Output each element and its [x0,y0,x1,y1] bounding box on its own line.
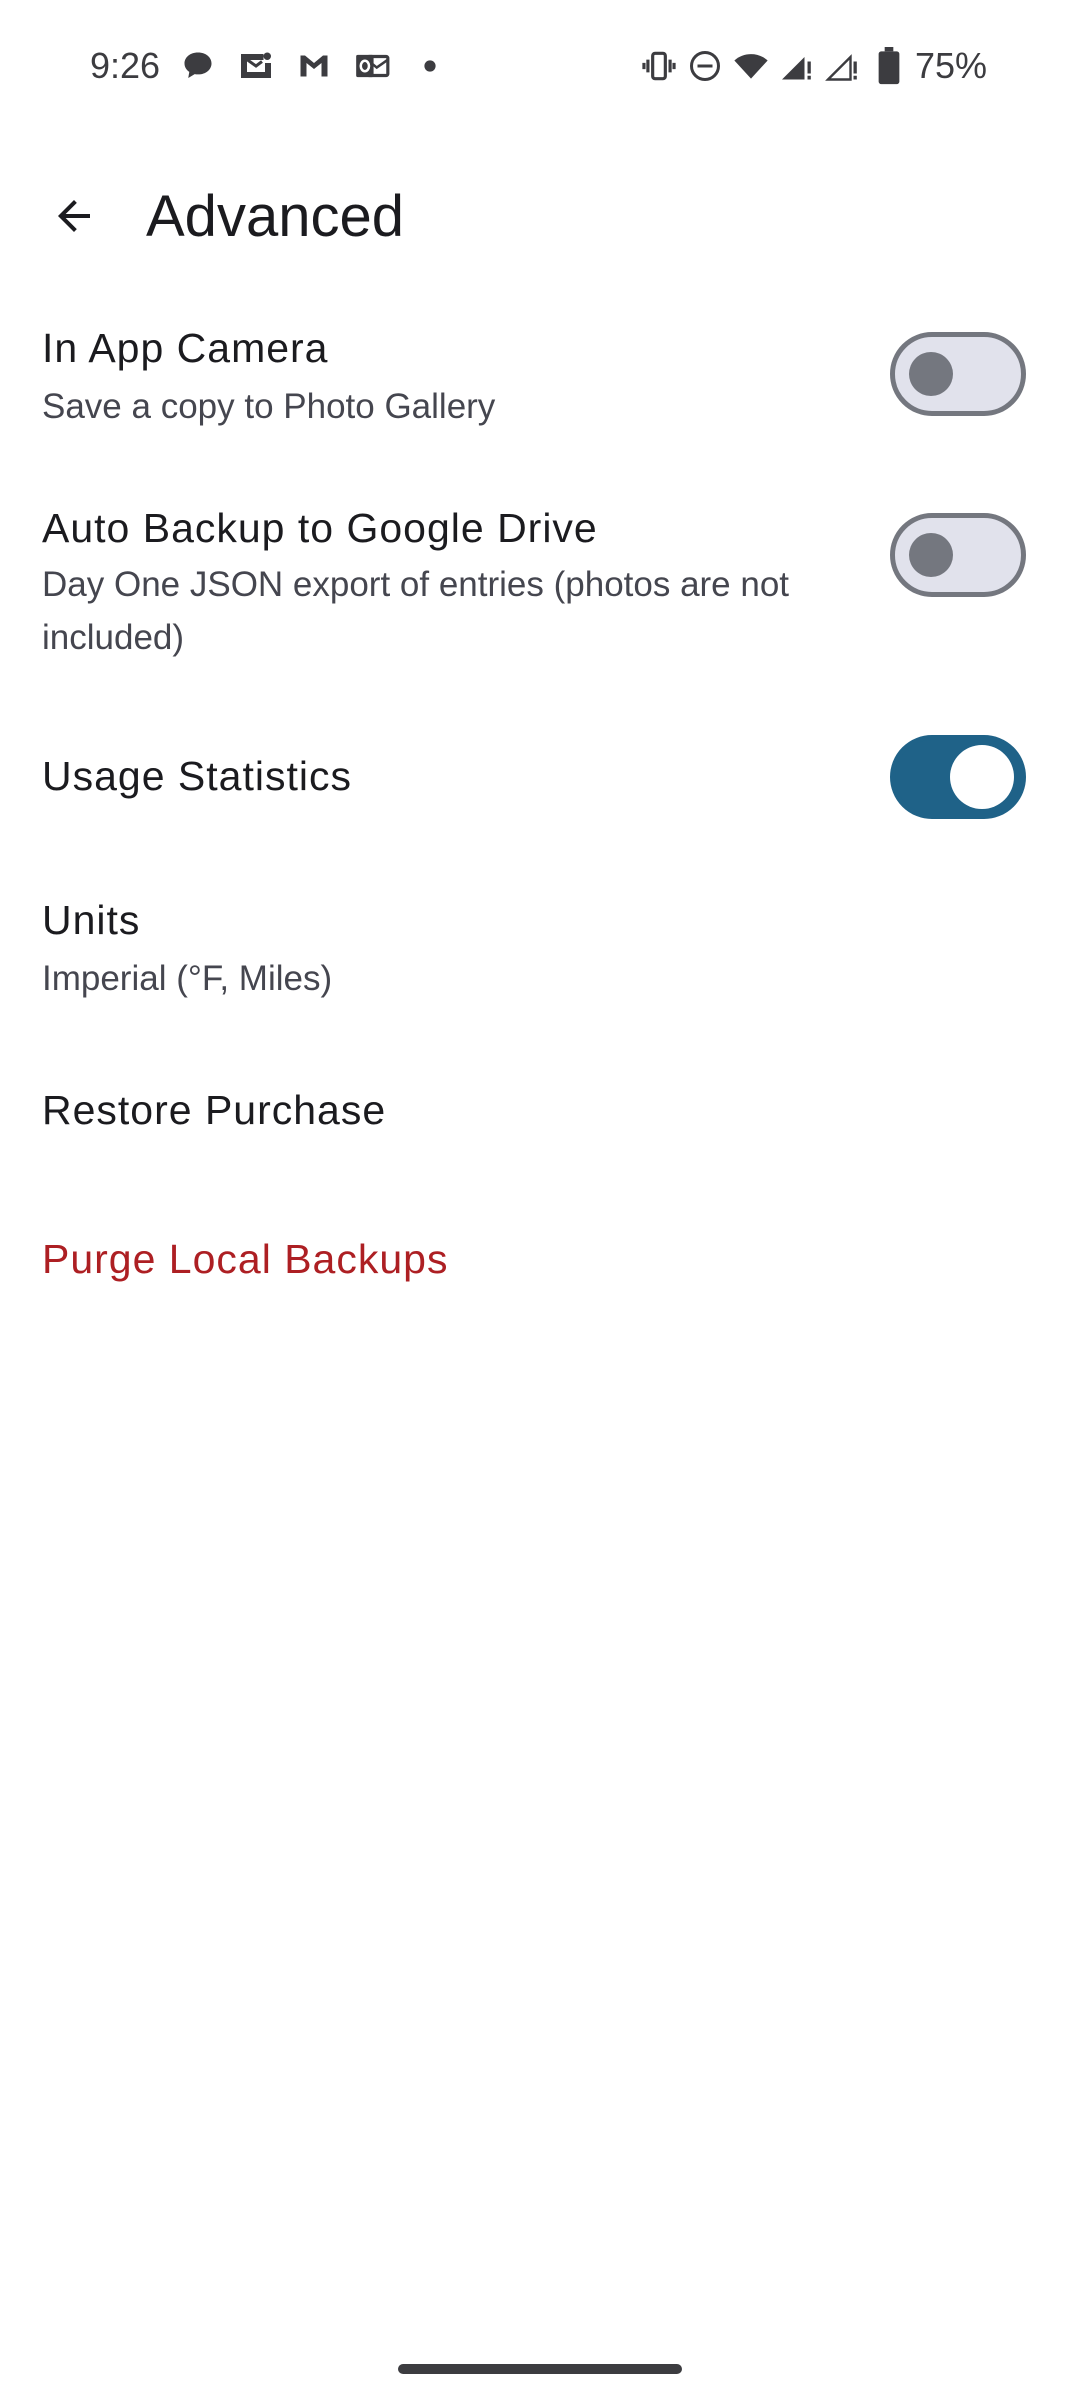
switch-thumb [909,533,953,577]
setting-in-app-camera[interactable]: In App Camera Save a copy to Photo Galle… [0,300,1080,450]
setting-title: Restore Purchase [42,1087,387,1133]
switch-thumb [950,745,1014,809]
vibrate-icon [639,46,679,86]
usage-statistics-switch[interactable] [890,735,1026,819]
signal-icon [777,46,817,86]
outlook-icon [352,46,392,86]
do-not-disturb-icon [685,46,725,86]
back-button[interactable] [34,176,114,256]
setting-usage-statistics[interactable]: Usage Statistics [0,710,1080,840]
switch-thumb [909,352,953,396]
setting-summary: Save a copy to Photo Gallery [42,387,496,426]
gesture-navigation-bar[interactable] [398,2364,682,2374]
setting-summary: Day One JSON export of entries (photos a… [42,565,790,657]
auto-backup-switch[interactable] [890,513,1026,597]
battery-percentage: 75% [914,45,987,86]
chat-bubble-icon [178,46,218,86]
system-icons: 75% [633,44,1080,88]
signal-alt-icon [823,46,863,86]
wifi-icon [731,46,771,86]
page-title: Advanced [146,184,404,249]
in-app-camera-switch[interactable] [890,332,1026,416]
app-bar: Advanced [0,150,1080,280]
gmail-icon [294,46,334,86]
status-bar: 9:26 75% [0,0,1080,130]
setting-summary: Imperial (°F, Miles) [42,959,333,998]
setting-purge-local-backups[interactable]: Purge Local Backups [0,1200,1080,1330]
setting-title: Units [42,897,141,943]
notification-icons [178,46,468,86]
mail-outline-icon [236,46,276,86]
setting-title: Auto Backup to Google Drive [42,505,598,551]
arrow-back-icon [58,200,90,232]
setting-restore-purchase[interactable]: Restore Purchase [0,1050,1080,1180]
battery-icon [869,46,909,86]
status-time: 9:26 [90,45,161,86]
setting-title: Purge Local Backups [42,1236,449,1282]
setting-title: In App Camera [42,325,329,371]
setting-units[interactable]: Units Imperial (°F, Miles) [0,870,1080,1020]
dot-icon [410,46,450,86]
setting-title: Usage Statistics [42,753,352,799]
setting-auto-backup[interactable]: Auto Backup to Google Drive Day One JSON… [0,480,1080,680]
